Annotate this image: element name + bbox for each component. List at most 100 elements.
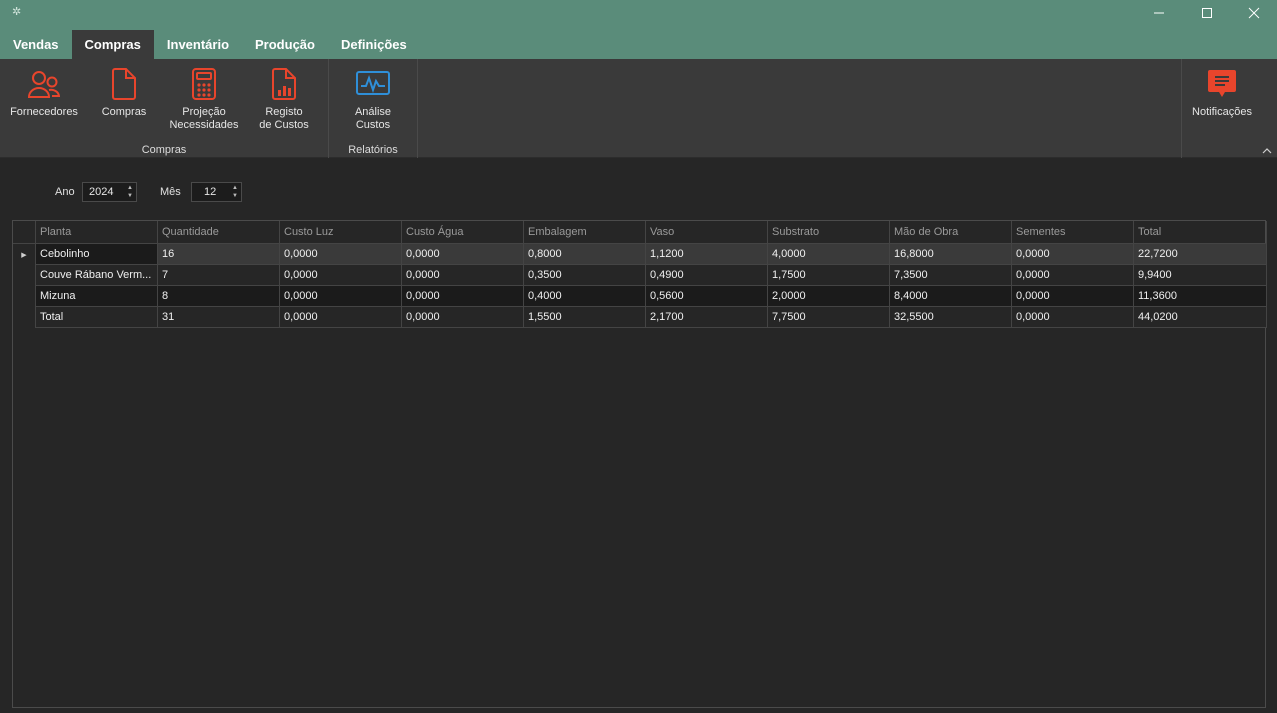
- collapse-ribbon-button[interactable]: [1261, 143, 1273, 154]
- table-cell[interactable]: 9,9400: [1134, 265, 1267, 286]
- table-cell[interactable]: 16: [158, 244, 280, 265]
- table-cell[interactable]: 0,0000: [1012, 286, 1134, 307]
- table-cell[interactable]: 0,0000: [280, 307, 402, 328]
- table-cell[interactable]: 8,4000: [890, 286, 1012, 307]
- column-header[interactable]: Embalagem: [524, 221, 646, 244]
- table-cell[interactable]: 11,3600: [1134, 286, 1267, 307]
- table-cell[interactable]: Mizuna: [36, 286, 158, 307]
- cost-grid[interactable]: Planta Quantidade Custo Luz Custo Água E…: [12, 220, 1267, 708]
- table-cell[interactable]: 1,1200: [646, 244, 768, 265]
- ribbon-group-compras: Fornecedores Compras Projeção Necessidad…: [0, 59, 329, 158]
- column-header[interactable]: Vaso: [646, 221, 768, 244]
- fornecedores-button[interactable]: Fornecedores: [8, 67, 80, 119]
- table-row[interactable]: Total 31 0,0000 0,0000 1,5500 2,1700 7,7500 32,…: [13, 307, 1267, 328]
- column-header[interactable]: Substrato: [768, 221, 890, 244]
- column-header[interactable]: Sementes: [1012, 221, 1134, 244]
- year-spinner[interactable]: 2024 ▲ ▼: [82, 182, 137, 202]
- table-cell[interactable]: 0,0000: [1012, 265, 1134, 286]
- maximize-button[interactable]: [1184, 0, 1230, 26]
- table-row[interactable]: ▶ Cebolinho 16 0,0000 0,0000 0,8000 1,1200 4,00…: [13, 244, 1267, 265]
- table-row[interactable]: Mizuna 8 0,0000 0,0000 0,4000 0,5600 2,0000 8,4…: [13, 286, 1267, 307]
- month-spinner-arrows[interactable]: ▲ ▼: [231, 184, 239, 200]
- minimize-button[interactable]: [1136, 0, 1182, 26]
- table-cell[interactable]: 0,0000: [402, 265, 524, 286]
- table-cell[interactable]: 16,8000: [890, 244, 1012, 265]
- table-cell[interactable]: Cebolinho: [36, 244, 158, 265]
- month-spinner[interactable]: 12 ▲ ▼: [191, 182, 242, 202]
- table-cell[interactable]: 0,0000: [280, 286, 402, 307]
- table-cell[interactable]: 2,1700: [646, 307, 768, 328]
- spin-down-icon[interactable]: ▼: [127, 192, 133, 200]
- row-selector[interactable]: [13, 307, 36, 328]
- row-selector[interactable]: [13, 286, 36, 307]
- notificacoes-button[interactable]: Notificações: [1186, 67, 1258, 119]
- table-cell[interactable]: 7,3500: [890, 265, 1012, 286]
- tab-inventario[interactable]: Inventário: [154, 30, 242, 59]
- table-cell[interactable]: 22,7200: [1134, 244, 1267, 265]
- table-cell[interactable]: 8: [158, 286, 280, 307]
- table-cell[interactable]: 1,7500: [768, 265, 890, 286]
- table-cell[interactable]: 0,0000: [402, 244, 524, 265]
- grid-header: Planta Quantidade Custo Luz Custo Água E…: [13, 221, 1267, 244]
- table-cell[interactable]: 7,7500: [768, 307, 890, 328]
- table-cell[interactable]: 0,0000: [1012, 307, 1134, 328]
- year-spinner-arrows[interactable]: ▲ ▼: [126, 184, 134, 200]
- registo-custos-label: Registo de Custos: [259, 106, 309, 131]
- fornecedores-label: Fornecedores: [10, 106, 78, 118]
- table-cell[interactable]: 0,4000: [524, 286, 646, 307]
- projecao-necessidades-button[interactable]: Projeção Necessidades: [164, 67, 244, 132]
- table-cell[interactable]: Total: [36, 307, 158, 328]
- title-bar: ✲ Vendas Compras Inventário Produção Def…: [0, 0, 1277, 59]
- column-header[interactable]: Custo Luz: [280, 221, 402, 244]
- month-value: 12: [204, 186, 217, 198]
- column-header[interactable]: Mão de Obra: [890, 221, 1012, 244]
- compras-label: Compras: [101, 106, 147, 118]
- table-cell[interactable]: 44,0200: [1134, 307, 1267, 328]
- table-cell[interactable]: 0,0000: [280, 265, 402, 286]
- table-cell[interactable]: 0,8000: [524, 244, 646, 265]
- table-cell[interactable]: 1,5500: [524, 307, 646, 328]
- notificacoes-label: Notificações: [1192, 106, 1252, 118]
- table-cell[interactable]: 7: [158, 265, 280, 286]
- year-value: 2024: [89, 186, 114, 198]
- row-selector[interactable]: [13, 265, 36, 286]
- column-header[interactable]: Quantidade: [158, 221, 280, 244]
- table-cell[interactable]: 32,5500: [890, 307, 1012, 328]
- row-selector[interactable]: ▶: [13, 244, 36, 265]
- table-cell[interactable]: 0,3500: [524, 265, 646, 286]
- table-cell[interactable]: 0,0000: [402, 286, 524, 307]
- tab-compras[interactable]: Compras: [71, 30, 154, 59]
- tab-producao[interactable]: Produção: [242, 30, 328, 59]
- spin-down-icon[interactable]: ▼: [232, 192, 238, 200]
- registo-custos-button[interactable]: Registo de Custos: [252, 67, 316, 132]
- tab-definicoes[interactable]: Definições: [328, 30, 420, 59]
- table-cell[interactable]: Couve Rábano Verm...: [36, 265, 158, 286]
- table-cell[interactable]: 0,4900: [646, 265, 768, 286]
- document-icon: [107, 67, 141, 101]
- spin-up-icon[interactable]: ▲: [232, 184, 238, 192]
- ribbon-group-relatorios-label: Relatórios: [348, 144, 398, 156]
- month-label: Mês: [160, 186, 181, 198]
- close-button[interactable]: [1231, 0, 1277, 26]
- column-header[interactable]: Total: [1134, 221, 1267, 244]
- table-cell[interactable]: 2,0000: [768, 286, 890, 307]
- report-chart-icon: [267, 67, 301, 101]
- tab-vendas[interactable]: Vendas: [0, 30, 72, 59]
- table-cell[interactable]: 0,5600: [646, 286, 768, 307]
- spin-up-icon[interactable]: ▲: [127, 184, 133, 192]
- minimize-icon: [1154, 12, 1164, 14]
- table-cell[interactable]: 0,0000: [280, 244, 402, 265]
- app-icon: ✲: [12, 6, 22, 18]
- column-header[interactable]: Planta: [36, 221, 158, 244]
- compras-button[interactable]: Compras: [96, 67, 152, 119]
- maximize-icon: [1202, 8, 1212, 18]
- suppliers-icon: [27, 67, 61, 101]
- column-header[interactable]: Custo Água: [402, 221, 524, 244]
- table-row[interactable]: Couve Rábano Verm... 7 0,0000 0,0000 0,3500 0…: [13, 265, 1267, 286]
- main-tabs: Vendas Compras Inventário Produção Defin…: [0, 30, 420, 59]
- table-cell[interactable]: 31: [158, 307, 280, 328]
- analise-custos-button[interactable]: Análise Custos: [341, 67, 405, 132]
- table-cell[interactable]: 0,0000: [402, 307, 524, 328]
- table-cell[interactable]: 4,0000: [768, 244, 890, 265]
- table-cell[interactable]: 0,0000: [1012, 244, 1134, 265]
